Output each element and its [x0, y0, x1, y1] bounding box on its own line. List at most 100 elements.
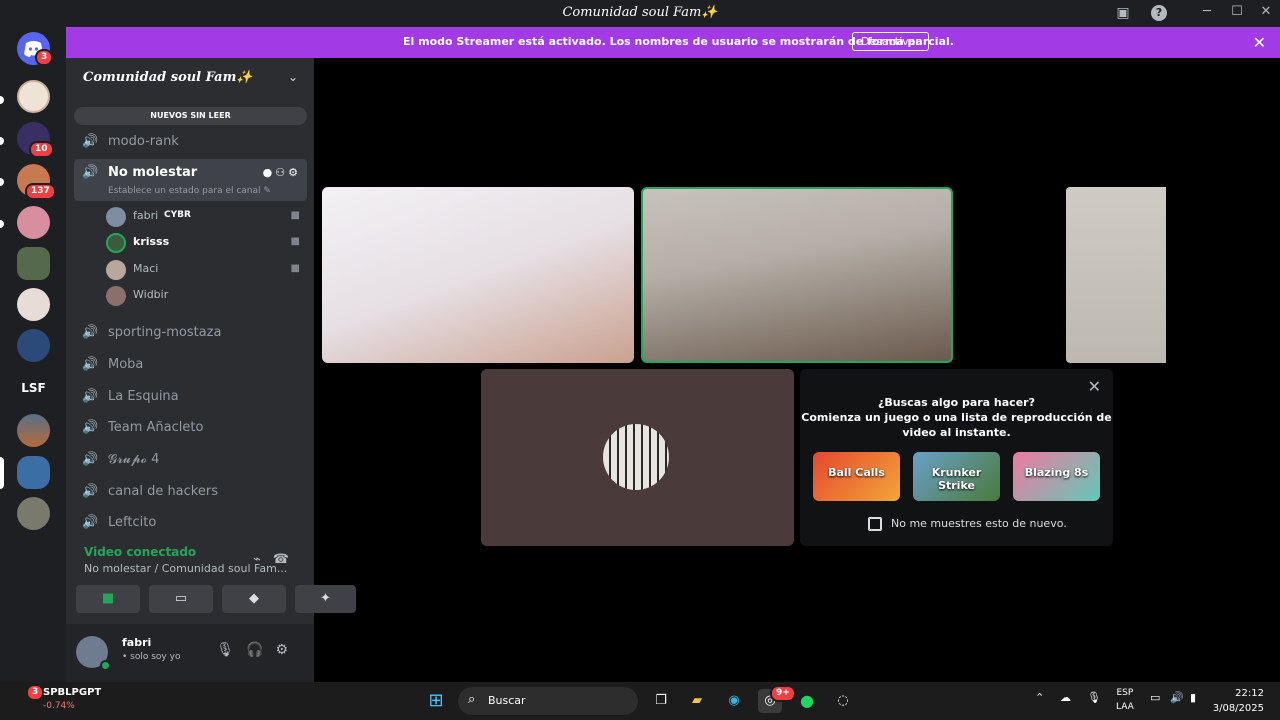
server-icon-4[interactable] [17, 206, 50, 239]
suggestion-line: ¿Buscas algo para hacer? [878, 396, 1035, 409]
voice-status[interactable]: Video conectado [84, 545, 196, 559]
video-tile-maci[interactable] [1066, 187, 1166, 363]
server-icon-1[interactable] [17, 80, 50, 113]
channel-leftcito[interactable]: 🔊 Leftcito [74, 509, 307, 537]
server-icon-7[interactable] [17, 329, 50, 362]
close-window-button[interactable]: ✕ [1256, 4, 1276, 19]
member-krisss[interactable]: krisss ■ [106, 231, 306, 255]
channel-sporting-mostaza[interactable]: 🔊 sporting-mostaza [74, 319, 307, 347]
edge-icon[interactable]: ◉ [722, 689, 746, 713]
member-maci[interactable]: Maci ■ [106, 258, 306, 282]
microphone-icon[interactable]: 🎙 [1087, 691, 1101, 704]
online-status-icon [100, 660, 111, 671]
channel-label: modo-rank [108, 134, 179, 149]
member-name: Maci [133, 262, 159, 275]
member-tag: CYBR [164, 210, 191, 220]
channel-no-molestar[interactable]: 🔊 No molestar Establece un estado para e… [74, 159, 307, 201]
voice-connection-panel: Video conectado No molestar / Comunidad … [74, 538, 356, 624]
spotify-icon[interactable]: ● [795, 689, 819, 713]
date: 3/08/2025 [1212, 703, 1264, 714]
server-icon-9[interactable] [17, 414, 50, 447]
help-icon[interactable]: ? [1151, 5, 1167, 21]
channel-modo-rank[interactable]: 🔊 modo-rank [74, 128, 307, 156]
avatar [106, 207, 126, 227]
server-icon-lsf[interactable]: LSF [17, 372, 50, 405]
unread-pill [0, 137, 4, 145]
language-indicator[interactable]: ESP LAA [1116, 686, 1134, 714]
server-name[interactable]: Comunidad soul Fam✨ [83, 70, 253, 85]
channel-status[interactable]: Establece un estado para el canal ✎ [108, 186, 271, 196]
server-icon-6[interactable] [17, 288, 50, 321]
battery-icon[interactable]: ▮ [1190, 691, 1196, 704]
avatar [603, 424, 669, 490]
inbox-icon[interactable]: ▣ [1115, 5, 1131, 21]
video-tile-fabri[interactable] [322, 187, 634, 363]
game-blazing-8s[interactable]: Blazing 8s [1013, 452, 1100, 501]
user-controls[interactable]: 🎙🎧⚙ [216, 642, 300, 658]
network-icon[interactable]: ▭ [1150, 691, 1160, 704]
stock-name[interactable]: SPBLPGPT [43, 687, 101, 698]
avatar [106, 260, 126, 280]
voice-channel-icon: 🔊 [82, 452, 99, 467]
game-ball-calls[interactable]: Ball Calls [813, 452, 900, 501]
volume-icon[interactable]: 🔊 [1170, 691, 1184, 704]
chevron-down-icon[interactable]: ⌄ [288, 70, 298, 84]
maximize-button[interactable]: ☐ [1227, 4, 1247, 19]
task-view-icon[interactable]: ❐ [649, 689, 673, 713]
minimize-button[interactable]: ─ [1197, 4, 1217, 19]
unread-pill [0, 96, 4, 104]
channel-team-anacleto[interactable]: 🔊 Team Añacleto [74, 414, 307, 442]
channel-grupo-4[interactable]: 🔊 𝓖𝓻𝓾𝓹𝓸 4 [74, 446, 307, 474]
chevron-up-icon[interactable]: ⌃ [1035, 691, 1044, 704]
soundboard-button[interactable]: ✦ [295, 585, 356, 613]
dont-show-label[interactable]: No me muestres esto de nuevo. [891, 517, 1067, 530]
windows-start-icon[interactable]: ⊞ [424, 689, 448, 713]
channel-moba[interactable]: 🔊 Moba [74, 351, 307, 379]
voice-controls[interactable]: ⌁☎ [253, 552, 301, 567]
game-title: Krunker Strike [931, 466, 982, 492]
suggestion-text: ¿Buscas algo para hacer? Comienza un jue… [800, 395, 1113, 440]
game-krunker-strike[interactable]: Krunker Strike [913, 452, 1000, 501]
channel-label: La Esquina [108, 389, 179, 404]
channel-canal-de-hackers[interactable]: 🔊 canal de hackers [74, 478, 307, 506]
member-fabri[interactable]: fabri CYBR ■ [106, 205, 306, 229]
app-icon[interactable]: ◌ [831, 689, 855, 713]
search-placeholder: Buscar [488, 694, 526, 707]
deactivate-button[interactable]: Desactivar [852, 32, 929, 51]
screen-share-button[interactable]: ▭ [149, 585, 213, 613]
server-icon-active[interactable] [17, 456, 50, 489]
voice-channel-icon: 🔊 [82, 484, 99, 499]
onedrive-icon[interactable]: ☁ [1060, 691, 1071, 704]
voice-channel-icon: 🔊 [82, 134, 99, 149]
video-tile-krisss[interactable] [641, 187, 953, 363]
taskbar-search[interactable]: ⌕ Buscar [458, 687, 638, 715]
game-title: Ball Calls [828, 466, 885, 479]
channel-la-esquina[interactable]: 🔊 La Esquina [74, 383, 307, 411]
time: 22:12 [1235, 688, 1264, 699]
window-title: Comunidad soul Fam✨ [562, 5, 718, 20]
unread-pill [0, 178, 4, 186]
server-icon-11[interactable] [17, 497, 50, 530]
server-badge: 10 [29, 141, 54, 158]
clock[interactable]: 22:12 3/08/2025 [1213, 686, 1264, 716]
video-tile-widbir[interactable] [481, 369, 794, 546]
new-unread-pill[interactable]: NUEVOS SIN LEER [74, 107, 307, 125]
member-widbir[interactable]: Widbir [106, 284, 306, 308]
unread-pill [0, 220, 4, 228]
camera-button[interactable]: ■ [76, 585, 140, 613]
member-name: fabri [133, 209, 159, 222]
username[interactable]: fabri [122, 636, 151, 649]
dont-show-checkbox[interactable] [868, 517, 882, 531]
channel-label: Team Añacleto [108, 420, 204, 435]
channel-actions[interactable]: ●⚇⚙ [263, 166, 301, 179]
channel-label: Moba [108, 357, 144, 372]
voice-channel-icon: 🔊 [82, 357, 99, 372]
voice-channel-icon: 🔊 [82, 165, 99, 180]
close-icon[interactable]: ✕ [1088, 377, 1101, 396]
banner-close-icon[interactable]: ✕ [1253, 33, 1266, 52]
server-icon-5[interactable] [17, 247, 50, 280]
avatar [106, 233, 126, 253]
activities-button[interactable]: ◆ [222, 585, 286, 613]
camera-icon: ■ [290, 210, 300, 221]
file-explorer-icon[interactable]: ▰ [685, 689, 709, 713]
